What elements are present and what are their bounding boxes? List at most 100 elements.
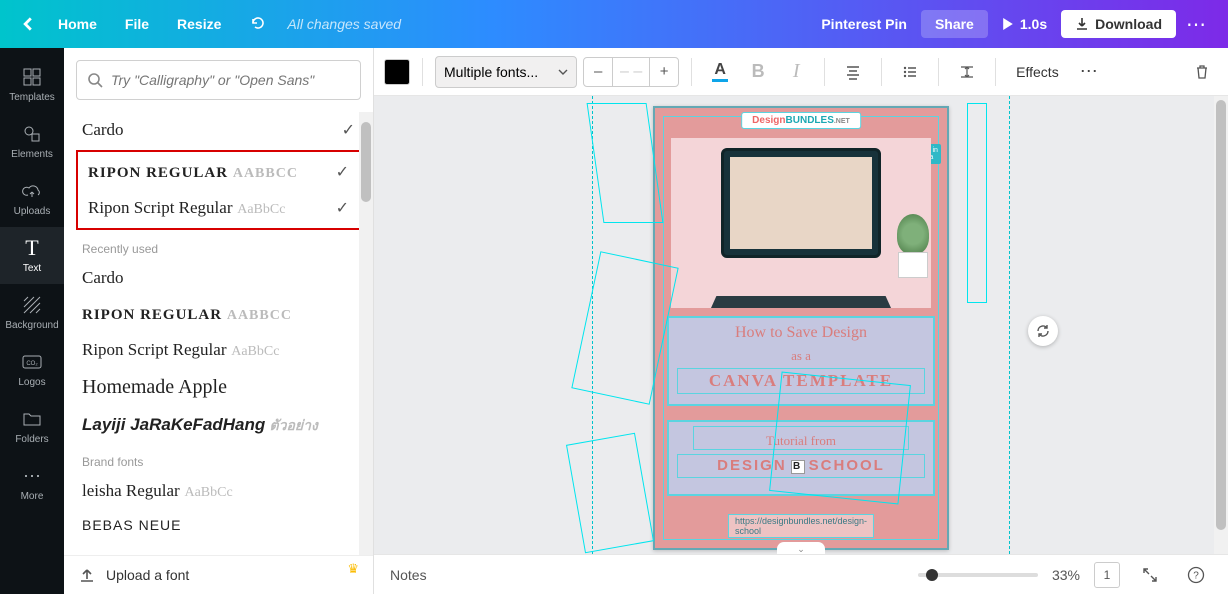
- upload-font-button[interactable]: Upload a font ♛: [64, 555, 373, 594]
- font-item[interactable]: Homemade Apple: [76, 368, 361, 407]
- rail-folders[interactable]: Folders: [0, 398, 64, 455]
- delete-button[interactable]: [1186, 56, 1218, 88]
- rail-background[interactable]: Background: [0, 284, 64, 341]
- elements-icon: [22, 124, 42, 144]
- scrollbar-thumb[interactable]: [361, 122, 371, 202]
- rail-text[interactable]: TText: [0, 227, 64, 284]
- share-button[interactable]: Share: [921, 10, 988, 38]
- spacing-icon: [959, 64, 975, 80]
- font-search[interactable]: [76, 60, 361, 100]
- rail-more[interactable]: ⋯More: [0, 455, 64, 512]
- font-sample: AaBbCc: [231, 344, 279, 359]
- footer-url[interactable]: https://designbundles.net/design-school: [728, 514, 874, 538]
- rail-elements[interactable]: Elements: [0, 113, 64, 170]
- scrollbar[interactable]: [359, 112, 373, 555]
- rail-logos[interactable]: CO₂Logos: [0, 341, 64, 398]
- notes-button[interactable]: Notes: [390, 567, 427, 583]
- fullscreen-button[interactable]: [1134, 559, 1166, 591]
- save-status: All changes saved: [279, 16, 401, 32]
- page-handle[interactable]: ⌄: [777, 542, 825, 554]
- zoom-value[interactable]: 33%: [1052, 567, 1080, 583]
- home-menu[interactable]: Home: [44, 16, 111, 32]
- page-count[interactable]: 1: [1094, 562, 1120, 588]
- font-item-ripon-regular[interactable]: RIPON REGULAR AABBCC✓: [82, 154, 355, 190]
- more-menu[interactable]: ⋯: [1176, 12, 1216, 37]
- crown-icon: ♛: [347, 561, 359, 577]
- bold-button[interactable]: B: [742, 56, 774, 88]
- font-size-value[interactable]: – –: [613, 57, 649, 87]
- font-search-input[interactable]: [111, 72, 350, 88]
- spacing-button[interactable]: [951, 56, 983, 88]
- subtitle-script[interactable]: Tutorial from: [693, 426, 909, 450]
- font-panel: Cardo✓ RIPON REGULAR AABBCC✓ Ripon Scrip…: [64, 48, 374, 594]
- font-sample: AABBCC: [233, 166, 298, 181]
- rail-templates[interactable]: Templates: [0, 56, 64, 113]
- download-button[interactable]: Download: [1061, 10, 1176, 38]
- work-area[interactable]: DesignBUNDLES.NET Made in Canva How to S…: [374, 96, 1228, 554]
- title-asa[interactable]: as a: [669, 342, 933, 364]
- align-icon: [845, 64, 861, 80]
- font-item[interactable]: Ripon Script Regular AaBbCc: [76, 332, 361, 368]
- font-size-plus[interactable]: +: [649, 57, 679, 87]
- chevron-down-icon: [558, 67, 568, 77]
- text-toolbar: Multiple fonts... – – – + A B I Effects …: [374, 48, 1228, 96]
- undo-button[interactable]: [235, 15, 279, 34]
- font-item[interactable]: leisha Regular AaBbCc: [76, 473, 361, 509]
- font-item-cardo[interactable]: Cardo✓: [76, 112, 361, 148]
- rail-label: Text: [23, 263, 41, 274]
- play-button[interactable]: 1.0s: [988, 10, 1061, 38]
- list-icon: [902, 64, 918, 80]
- text-color-button[interactable]: A: [704, 56, 736, 88]
- list-button[interactable]: [894, 56, 926, 88]
- document-name[interactable]: Pinterest Pin: [807, 16, 921, 32]
- title-display[interactable]: CANVA TEMPLATE: [677, 368, 925, 394]
- scrollbar-thumb[interactable]: [1216, 100, 1226, 530]
- more-icon: ⋯: [0, 465, 64, 487]
- font-dropdown[interactable]: Multiple fonts...: [435, 56, 577, 88]
- font-item[interactable]: BEBAS NEUE: [76, 509, 361, 541]
- sync-icon: [1035, 323, 1051, 339]
- svg-text:CO₂: CO₂: [26, 361, 38, 367]
- title-card[interactable]: How to Save Design as a CANVA TEMPLATE: [667, 316, 935, 406]
- toolbar-more[interactable]: ⋯: [1073, 56, 1105, 88]
- title-script[interactable]: How to Save Design: [669, 318, 933, 342]
- hero-image[interactable]: [671, 138, 931, 308]
- laptop-base: [711, 296, 891, 308]
- brand-fonts-label: Brand fonts: [76, 445, 361, 473]
- font-item[interactable]: RIPON REGULAR AABBCC: [76, 296, 361, 332]
- align-button[interactable]: [837, 56, 869, 88]
- top-bar: Home File Resize All changes saved Pinte…: [0, 0, 1228, 48]
- canvas-area: Multiple fonts... – – – + A B I Effects …: [374, 48, 1228, 594]
- subtitle-card[interactable]: Tutorial from DESIGNSCHOOL: [667, 420, 935, 496]
- font-item[interactable]: Cardo: [76, 260, 361, 296]
- font-name: BEBAS NEUE: [82, 517, 181, 533]
- bottom-bar: Notes 33% 1 ?: [374, 554, 1228, 594]
- canvas-scrollbar[interactable]: [1214, 96, 1228, 554]
- file-menu[interactable]: File: [111, 16, 163, 32]
- font-name: Layiji JaRaKeFadHang: [82, 415, 265, 434]
- help-icon: ?: [1187, 566, 1205, 584]
- zoom-slider[interactable]: [918, 573, 1038, 577]
- canvas-page[interactable]: DesignBUNDLES.NET Made in Canva How to S…: [653, 106, 949, 550]
- left-rail: Templates Elements Uploads TText Backgro…: [0, 48, 64, 594]
- b-icon: [791, 460, 805, 474]
- effects-button[interactable]: Effects: [1008, 64, 1067, 80]
- sync-fab[interactable]: [1028, 316, 1058, 346]
- brand-banner[interactable]: DesignBUNDLES.NET: [741, 112, 861, 129]
- rail-uploads[interactable]: Uploads: [0, 170, 64, 227]
- resize-menu[interactable]: Resize: [163, 16, 235, 32]
- help-button[interactable]: ?: [1180, 559, 1212, 591]
- margin-guide-left: [592, 96, 593, 554]
- back-button[interactable]: [12, 17, 44, 31]
- subtitle-display[interactable]: DESIGNSCHOOL: [677, 454, 925, 478]
- svg-text:?: ?: [1193, 570, 1199, 581]
- templates-icon: [22, 67, 42, 87]
- font-item[interactable]: Layiji JaRaKeFadHang ตัวอย่าง: [76, 407, 361, 445]
- upload-icon: [78, 566, 96, 584]
- font-size-minus[interactable]: –: [583, 57, 613, 87]
- font-list[interactable]: Cardo✓ RIPON REGULAR AABBCC✓ Ripon Scrip…: [64, 112, 373, 555]
- color-swatch[interactable]: [384, 59, 410, 85]
- italic-button[interactable]: I: [780, 56, 812, 88]
- slider-thumb[interactable]: [926, 569, 938, 581]
- font-item-ripon-script[interactable]: Ripon Script Regular AaBbCc✓: [82, 190, 355, 226]
